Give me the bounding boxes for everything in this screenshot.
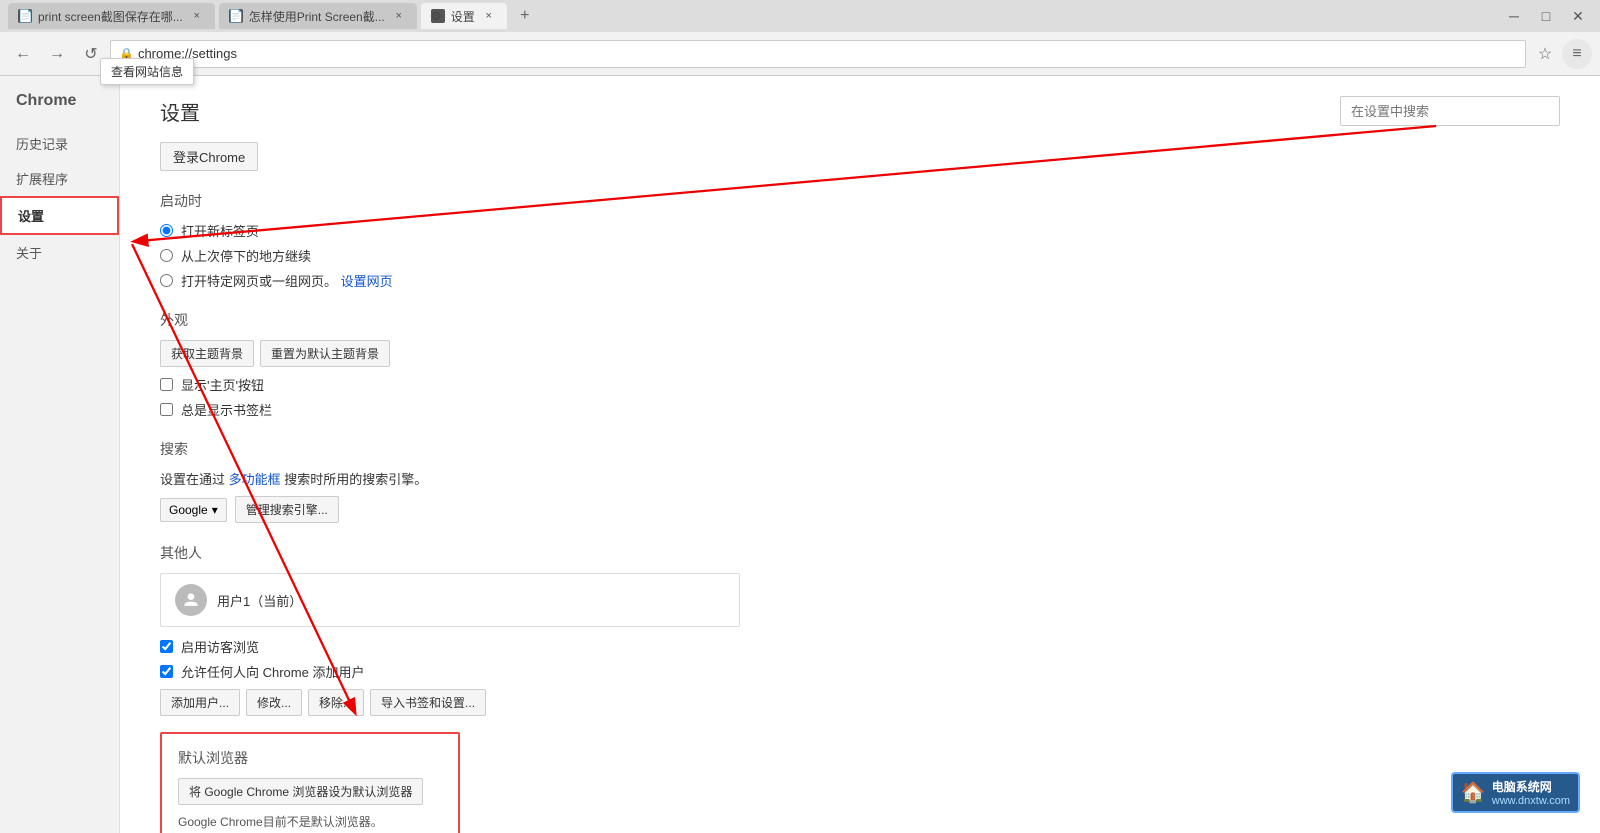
sidebar-brand: Chrome <box>0 92 119 126</box>
allow-add-checkbox-group: 允许任何人向 Chrome 添加用户 <box>160 662 1560 681</box>
user-item[interactable]: 用户1（当前） <box>160 573 740 627</box>
setup-pages-link[interactable]: 设置网页 <box>341 274 393 289</box>
search-title: 搜索 <box>160 439 1560 459</box>
tab-2-close[interactable]: × <box>391 8 407 24</box>
guest-checkbox-group: 启用访客浏览 <box>160 637 1560 656</box>
watermark: 🏠 电脑系统网 www.dnxtw.com <box>1451 772 1580 813</box>
settings-content: 设置 登录Chrome 启动时 打开新标签页 从上次停下的地方继续 <box>120 76 1600 833</box>
tooltip: 查看网站信息 <box>100 58 194 85</box>
delete-user-button[interactable]: 移除... <box>308 689 364 716</box>
title-bar: 📄 print screen截图保存在哪... × 📄 怎样使用Print Sc… <box>0 0 1600 32</box>
show-bookmarks-checkbox[interactable] <box>160 403 173 416</box>
show-bookmarks-label: 总是显示书签栏 <box>181 400 272 419</box>
tab-2-favicon: 📄 <box>229 9 243 23</box>
radio-open-pages-input[interactable] <box>160 274 173 287</box>
tab-1-favicon: 📄 <box>18 9 32 23</box>
tab-3-label: 设置 <box>451 8 475 25</box>
edit-user-button[interactable]: 修改... <box>246 689 302 716</box>
show-bookmarks-checkbox-group: 总是显示书签栏 <box>160 400 1560 419</box>
user-name: 用户1（当前） <box>217 591 302 610</box>
window-controls: ─ □ ✕ <box>1500 6 1592 26</box>
radio-continue-label: 从上次停下的地方继续 <box>181 246 311 265</box>
forward-button[interactable]: → <box>42 39 72 69</box>
allow-add-checkbox[interactable] <box>160 665 173 678</box>
appearance-title: 外观 <box>160 310 1560 330</box>
guest-label: 启用访客浏览 <box>181 637 259 656</box>
reset-theme-button[interactable]: 重置为默认主题背景 <box>260 340 390 367</box>
others-title: 其他人 <box>160 543 1560 563</box>
search-controls: Google ▾ 管理搜索引擎... <box>160 496 1560 523</box>
appearance-section: 外观 获取主题背景 重置为默认主题背景 显示'主页'按钮 总是显示书签栏 <box>160 310 1560 419</box>
tab-2-label: 怎样使用Print Screen截... <box>249 8 385 25</box>
watermark-icon: 🏠 <box>1461 780 1486 805</box>
signin-button[interactable]: 登录Chrome <box>160 142 258 171</box>
new-tab-button[interactable]: + <box>511 3 539 29</box>
sidebar-item-extensions[interactable]: 扩展程序 <box>0 161 119 196</box>
sidebar-item-about[interactable]: 关于 <box>0 235 119 270</box>
restore-button[interactable]: □ <box>1532 6 1560 26</box>
watermark-text: 电脑系统网 www.dnxtw.com <box>1492 778 1570 807</box>
back-button[interactable]: ← <box>8 39 38 69</box>
radio-new-tab: 打开新标签页 <box>160 221 1560 240</box>
others-section: 其他人 用户1（当前） 启用访客浏览 允许任何人向 Chrome 添加用户 添加 <box>160 543 1560 716</box>
show-home-label: 显示'主页'按钮 <box>181 375 264 394</box>
bookmark-button[interactable]: ☆ <box>1530 39 1560 69</box>
guest-checkbox[interactable] <box>160 640 173 653</box>
page-title: 设置 <box>160 97 200 126</box>
user-avatar <box>175 584 207 616</box>
tab-1[interactable]: 📄 print screen截图保存在哪... × <box>8 3 215 29</box>
theme-buttons: 获取主题背景 重置为默认主题背景 <box>160 340 1560 367</box>
set-default-browser-button[interactable]: 将 Google Chrome 浏览器设为默认浏览器 <box>178 778 423 805</box>
user-management-buttons: 添加用户... 修改... 移除... 导入书签和设置... <box>160 689 1560 716</box>
tooltip-text: 查看网站信息 <box>111 65 183 79</box>
menu-button[interactable]: ≡ <box>1562 39 1592 69</box>
sidebar-item-history[interactable]: 历史记录 <box>0 126 119 161</box>
tab-3-favicon: ⚙ <box>431 9 445 23</box>
omnibox-link[interactable]: 多功能框 <box>229 472 281 487</box>
radio-open-pages: 打开特定网页或一组网页。 设置网页 <box>160 271 1560 290</box>
address-bar: ← → ↺ 🔒 chrome://settings ☆ ≡ <box>0 32 1600 76</box>
tab-3-close[interactable]: × <box>481 8 497 24</box>
radio-new-tab-label: 打开新标签页 <box>181 221 259 240</box>
search-description: 设置在通过 多功能框 搜索时所用的搜索引擎。 <box>160 469 1560 488</box>
add-user-button[interactable]: 添加用户... <box>160 689 240 716</box>
watermark-site-name: 电脑系统网 <box>1492 778 1570 795</box>
tab-1-close[interactable]: × <box>189 8 205 24</box>
startup-title: 启动时 <box>160 191 1560 211</box>
allow-add-label: 允许任何人向 Chrome 添加用户 <box>181 662 364 681</box>
default-browser-section: 默认浏览器 将 Google Chrome 浏览器设为默认浏览器 Google … <box>160 732 460 833</box>
settings-search-input[interactable] <box>1340 96 1560 126</box>
page-header: 设置 <box>160 96 1560 126</box>
radio-continue: 从上次停下的地方继续 <box>160 246 1560 265</box>
search-section: 搜索 设置在通过 多功能框 搜索时所用的搜索引擎。 Google ▾ 管理搜索引… <box>160 439 1560 523</box>
tab-3[interactable]: ⚙ 设置 × <box>421 3 507 29</box>
signin-section: 登录Chrome <box>160 142 1560 171</box>
show-home-checkbox[interactable] <box>160 378 173 391</box>
watermark-url: www.dnxtw.com <box>1492 795 1570 807</box>
search-engine-dropdown[interactable]: Google ▾ <box>160 498 227 522</box>
close-button[interactable]: ✕ <box>1564 6 1592 26</box>
dropdown-arrow-icon: ▾ <box>212 503 218 517</box>
radio-new-tab-input[interactable] <box>160 224 173 237</box>
tab-2[interactable]: 📄 怎样使用Print Screen截... × <box>219 3 417 29</box>
minimize-button[interactable]: ─ <box>1500 6 1528 26</box>
content-wrapper: Chrome 历史记录 扩展程序 设置 关于 设置 登录Chrome <box>0 76 1600 833</box>
radio-continue-input[interactable] <box>160 249 173 262</box>
manage-search-button[interactable]: 管理搜索引擎... <box>235 496 339 523</box>
show-home-checkbox-group: 显示'主页'按钮 <box>160 375 1560 394</box>
get-theme-button[interactable]: 获取主题背景 <box>160 340 254 367</box>
sidebar-item-settings[interactable]: 设置 <box>0 196 119 235</box>
address-bar-actions: ☆ ≡ <box>1530 39 1592 69</box>
startup-section: 启动时 打开新标签页 从上次停下的地方继续 打开特定网页或一组网页。 设置网页 <box>160 191 1560 290</box>
default-browser-note: Google Chrome目前不是默认浏览器。 <box>178 813 442 830</box>
default-browser-title: 默认浏览器 <box>178 748 442 768</box>
tab-1-label: print screen截图保存在哪... <box>38 8 183 25</box>
sidebar: Chrome 历史记录 扩展程序 设置 关于 <box>0 76 120 833</box>
url-bar[interactable]: 🔒 chrome://settings <box>110 40 1526 68</box>
import-button[interactable]: 导入书签和设置... <box>370 689 486 716</box>
radio-open-pages-label: 打开特定网页或一组网页。 设置网页 <box>181 271 393 290</box>
